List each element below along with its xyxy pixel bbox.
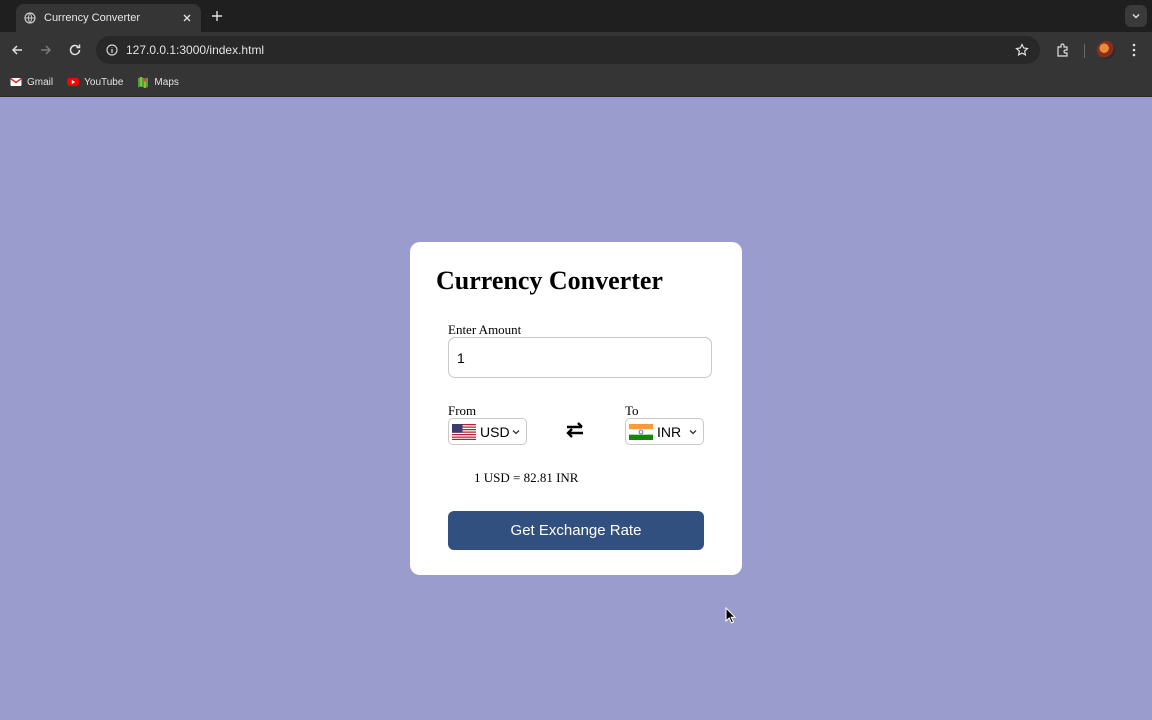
back-arrow-icon[interactable] — [8, 41, 26, 59]
bookmark-label: YouTube — [84, 76, 124, 88]
close-tab-icon[interactable] — [181, 12, 193, 24]
tab-strip: Currency Converter — [0, 0, 1152, 32]
to-label: To — [625, 403, 639, 418]
to-currency-select[interactable]: INR — [625, 418, 704, 445]
from-currency-code: USD — [480, 423, 510, 440]
extensions-puzzle-icon[interactable] — [1054, 41, 1072, 59]
exchange-rate-result: 1 USD = 82.81 INR — [474, 470, 579, 485]
us-flag-icon — [452, 423, 476, 440]
browser-toolbar: 127.0.0.1:3000/index.html — [0, 32, 1152, 68]
profile-avatar[interactable] — [1097, 41, 1115, 59]
to-currency-code: INR — [657, 423, 682, 440]
reload-icon[interactable] — [66, 41, 84, 59]
forward-arrow-icon[interactable] — [37, 41, 55, 59]
get-exchange-rate-button[interactable]: Get Exchange Rate — [448, 511, 704, 550]
browser-tab[interactable]: Currency Converter — [16, 4, 201, 32]
from-label: From — [448, 403, 477, 418]
bookmark-star-icon[interactable] — [1014, 42, 1030, 58]
tab-title: Currency Converter — [44, 12, 140, 24]
bookmark-gmail[interactable]: Gmail — [10, 76, 53, 88]
new-tab-icon[interactable] — [209, 8, 225, 24]
amount-input[interactable] — [448, 337, 712, 378]
bookmark-maps[interactable]: Maps — [137, 76, 179, 88]
amount-label: Enter Amount — [448, 322, 522, 337]
bookmark-youtube[interactable]: YouTube — [67, 76, 123, 88]
maps-icon — [138, 77, 149, 88]
chevron-down-icon — [689, 429, 697, 434]
converter-card: Currency Converter Enter Amount From USD… — [410, 242, 742, 575]
bookmark-label: Maps — [154, 76, 179, 88]
bookmarks-bar: Gmail YouTube Maps — [0, 68, 1152, 97]
gmail-icon — [10, 77, 22, 86]
india-flag-icon — [629, 423, 653, 440]
bookmark-label: Gmail — [27, 76, 54, 88]
address-bar[interactable]: 127.0.0.1:3000/index.html — [96, 36, 1040, 64]
mouse-cursor-icon — [725, 607, 737, 624]
tab-search-chevron-icon[interactable] — [1125, 5, 1147, 27]
from-currency-select[interactable]: USD — [448, 418, 527, 445]
globe-icon — [24, 12, 36, 24]
page-title: Currency Converter — [436, 266, 663, 295]
toolbar-divider — [1084, 44, 1085, 58]
chevron-down-icon — [512, 429, 520, 434]
more-menu-icon[interactable] — [1127, 41, 1141, 59]
youtube-icon — [67, 78, 80, 86]
swap-arrows-icon[interactable] — [564, 419, 586, 441]
url-text: 127.0.0.1:3000/index.html — [126, 43, 265, 57]
site-info-icon[interactable] — [106, 44, 118, 56]
